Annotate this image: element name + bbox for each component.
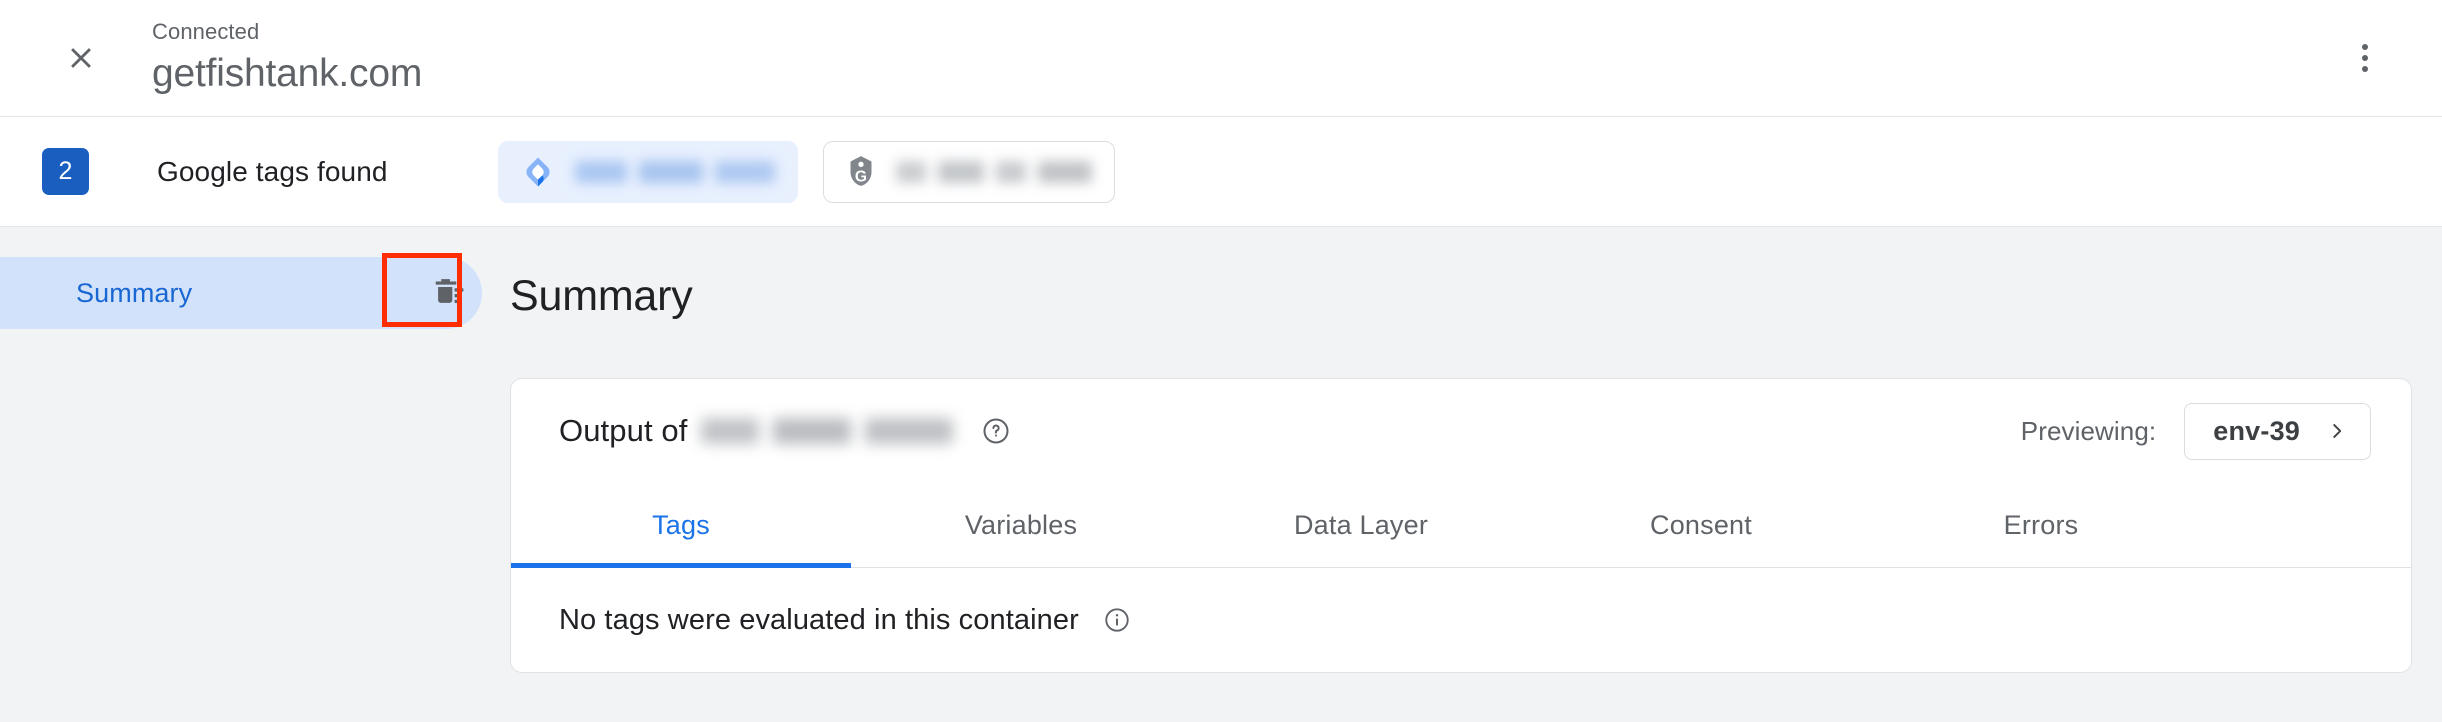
help-circle-icon[interactable] <box>981 416 1011 446</box>
main-panel: Summary Output of Previewing: env-39 Tag… <box>482 227 2442 722</box>
google-tag-icon: G <box>846 155 876 189</box>
output-tabs: Tags Variables Data Layer Consent Errors <box>511 483 2411 568</box>
empty-state-message: No tags were evaluated in this container <box>559 603 1079 636</box>
tag-chip-google-tag-label <box>895 160 1092 183</box>
tab-label: Errors <box>2003 509 2079 540</box>
tab-label: Data Layer <box>1293 509 1429 540</box>
overflow-menu-button[interactable] <box>2334 27 2396 89</box>
connection-status-label: Connected <box>152 19 260 44</box>
info-circle-icon[interactable] <box>1103 606 1131 634</box>
main-heading: Summary <box>510 272 693 320</box>
sidebar-item-label: Summary <box>76 277 193 308</box>
output-card: Output of Previewing: env-39 Tags Variab… <box>510 378 2412 673</box>
output-card-header: Output of Previewing: env-39 <box>511 379 2411 483</box>
output-target-name <box>701 418 954 444</box>
tab-label: Consent <box>1650 509 1752 540</box>
chevron-right-icon <box>2326 420 2348 442</box>
tag-chip-gtm[interactable] <box>497 140 798 203</box>
environment-selector[interactable]: env-39 <box>2184 402 2371 460</box>
previewing-label: Previewing: <box>2020 415 2157 446</box>
tab-label: Variables <box>964 509 1078 540</box>
google-tags-found-bar: 2 Google tags found G <box>0 117 2442 227</box>
gtm-diamond-icon <box>521 155 555 189</box>
close-button[interactable] <box>50 27 112 89</box>
tag-chip-list: G <box>497 140 1115 203</box>
tab-tags[interactable]: Tags <box>511 483 851 568</box>
sidebar: Summary <box>0 227 482 722</box>
tab-data-layer[interactable]: Data Layer <box>1191 483 1531 567</box>
environment-name: env-39 <box>2213 415 2300 446</box>
content-area: Summary Summary Output of Previewing: en… <box>0 227 2442 722</box>
tags-found-label: Google tags found <box>157 155 388 187</box>
more-vert-icon <box>2362 44 2368 72</box>
tag-chip-gtm-label <box>574 160 775 183</box>
tab-consent[interactable]: Consent <box>1531 483 1871 567</box>
sidebar-item-summary[interactable]: Summary <box>0 257 482 329</box>
tag-assistant-window: Connected getfishtank.com 2 Google tags … <box>0 0 2442 722</box>
tags-count-badge: 2 <box>42 148 89 195</box>
tab-variables[interactable]: Variables <box>851 483 1191 567</box>
svg-text:G: G <box>854 168 866 185</box>
close-icon <box>64 41 98 75</box>
clear-data-button[interactable] <box>410 257 482 329</box>
output-of-label: Output of <box>559 413 688 448</box>
top-header: Connected getfishtank.com <box>0 0 2442 117</box>
connection-title-block: Connected getfishtank.com <box>152 17 422 99</box>
tab-errors[interactable]: Errors <box>1871 483 2211 567</box>
page-title: getfishtank.com <box>152 52 423 95</box>
tab-label: Tags <box>652 509 710 540</box>
delete-sweep-icon <box>427 272 465 315</box>
output-card-body: No tags were evaluated in this container <box>511 568 2411 672</box>
tag-chip-google-tag[interactable]: G <box>822 140 1115 203</box>
